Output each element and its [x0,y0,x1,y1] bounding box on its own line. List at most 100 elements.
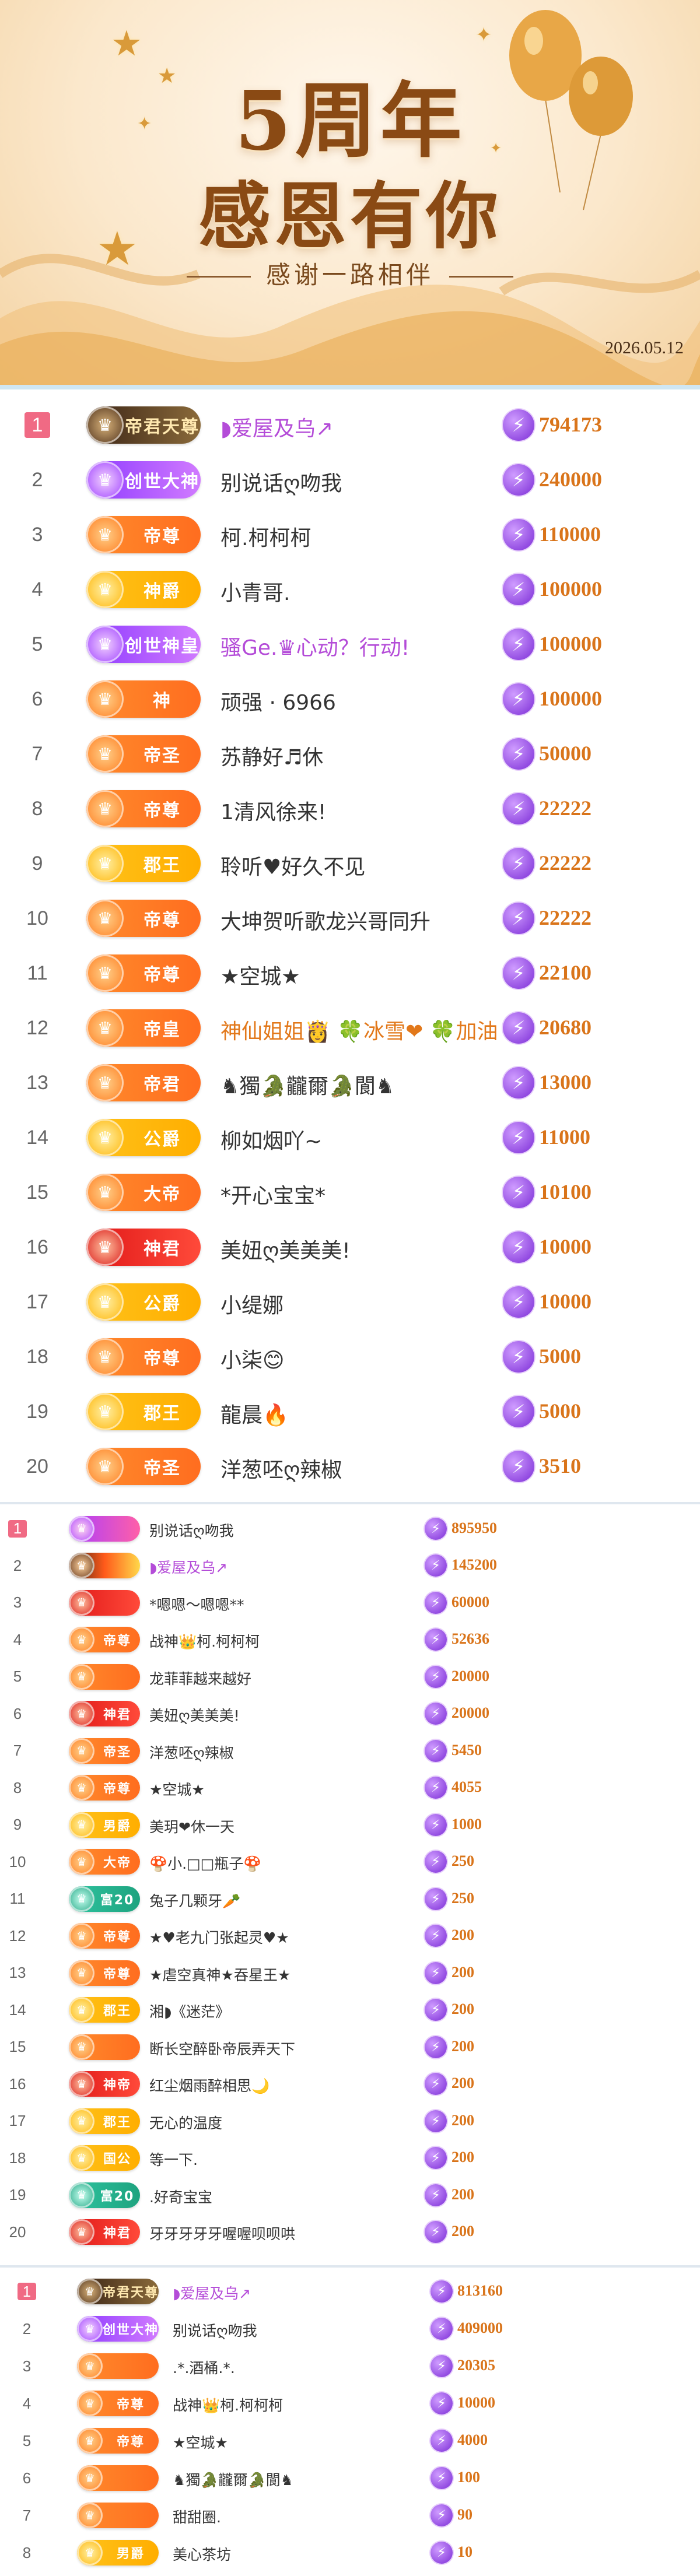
ranking-row[interactable]: 8 ♛ 帝尊 1清风徐来! ⚡ 22222 [0,781,700,836]
ranking-row[interactable]: 9 ♛ 男爵 美玥❤休一天 ⚡ 1000 [0,1806,700,1844]
user-name[interactable]: *开心宝宝* [220,1179,326,1209]
user-name[interactable]: ◗爱屋及乌↗ [149,1556,228,1577]
ranking-row[interactable]: 14 ♛ 郡王 湘◗《迷茫》 ⚡ 200 [0,1992,700,2029]
ranking-row[interactable]: 12 ♛ 帝皇 神仙姐姐👸 🍀冰雪❤ 🍀加油 ⚡ 20680 [0,1001,700,1055]
ranking-row[interactable]: 12 ♛ 帝尊 ★♥老九门张起灵♥★ ⚡ 200 [0,1918,700,1955]
user-name[interactable]: 别说话ღ吻我 [149,1519,234,1540]
user-name[interactable]: ★空城★ [149,1778,205,1799]
user-name[interactable]: 龍晨🔥 [220,1398,289,1429]
ranking-row[interactable]: 10 ♛ 大帝 🍄小.□□瓶子🍄 ⚡ 250 [0,1844,700,1881]
ranking-row[interactable]: 17 ♛ 郡王 无心的温度 ⚡ 200 [0,2103,700,2140]
ranking-row[interactable]: 15 ♛ 大帝 *开心宝宝* ⚡ 10100 [0,1165,700,1220]
user-name[interactable]: 骚Ge.♛心动？行动! [220,631,410,661]
user-name[interactable]: ★空城★ [173,2431,228,2452]
user-name[interactable]: 美妞ღ美美美! [220,1234,351,1264]
ranking-row[interactable]: 18 ♛ 国公 等一下. ⚡ 200 [0,2140,700,2177]
user-name[interactable]: ♞獨🐊龖爾🐊閬♞ [220,1069,394,1100]
ranking-row[interactable]: 16 ♛ 神帝 红尘烟雨醉相思🌙 ⚡ 200 [0,2066,700,2103]
ranking-row[interactable]: 15 ♛ 断长空醉卧帝辰弄天下 ⚡ 200 [0,2028,700,2066]
ranking-row[interactable]: 8 ♛ 男爵 美心茶坊 ⚡ 10 [0,2534,700,2571]
user-name[interactable]: ★虐空真神★吞星王★ [149,1964,290,1985]
ranking-row[interactable]: 20 ♛ 神君 牙牙牙牙牙喔喔呗呗哄 ⚡ 200 [0,2214,700,2251]
user-name[interactable]: 别说话ღ吻我 [173,2319,257,2340]
ranking-row[interactable]: 2 ♛ 创世大神 别说话ღ吻我 ⚡ 240000 [0,452,700,507]
ranking-row[interactable]: 19 ♛ 郡王 龍晨🔥 ⚡ 5000 [0,1384,700,1439]
user-name[interactable]: 小缇娜 [220,1289,284,1319]
user-name[interactable]: 柯.柯柯柯 [220,521,311,552]
user-name[interactable]: 苏静好♬休 [220,740,323,771]
user-name[interactable]: 断长空醉卧帝辰弄天下 [149,2038,295,2059]
ranking-row[interactable]: 11 ♛ 富20 兔子几颗牙🥕 ⚡ 250 [0,1880,700,1918]
ranking-row[interactable]: 20 ♛ 帝圣 洋葱呸ღ辣椒 ⚡ 3510 [0,1439,700,1494]
ranking-row[interactable]: 1 ♛ 帝君天尊 ◗爱屋及乌↗ ⚡ 794173 [0,398,700,452]
lightning-coin-icon: ⚡ [503,848,534,879]
user-name[interactable]: 红尘烟雨醉相思🌙 [149,2075,270,2096]
user-name[interactable]: 美心茶坊 [173,2543,231,2564]
rank-badge: ♛ 神君 [86,1229,201,1266]
ranking-row[interactable]: 9 ♛ 郡王 聆听♥好久不见 ⚡ 22222 [0,836,700,891]
ranking-row[interactable]: 3 ♛ .*.酒桶.*. ⚡ 20305 [0,2347,700,2385]
ranking-row[interactable]: 2 ♛ ◗爱屋及乌↗ ⚡ 145200 [0,1547,700,1585]
ranking-row[interactable]: 10 ♛ 帝尊 大坤贺听歌龙兴哥同升 ⚡ 22222 [0,891,700,946]
user-name[interactable]: 等一下. [149,2149,198,2170]
ranking-row[interactable]: 5 ♛ 龙菲菲越来越好 ⚡ 20000 [0,1658,700,1696]
ranking-row[interactable]: 6 ♛ 神君 美妞ღ美美美! ⚡ 20000 [0,1696,700,1733]
ranking-row[interactable]: 19 ♛ 富20 .好奇宝宝 ⚡ 200 [0,2177,700,2214]
user-name[interactable]: ◗爱屋及乌↗ [220,412,333,442]
user-name[interactable]: 1清风徐来! [220,795,326,826]
ranking-row[interactable]: 7 ♛ 甜甜圈. ⚡ 90 [0,2497,700,2534]
user-name[interactable]: ◗爱屋及乌↗ [173,2282,251,2303]
user-name[interactable]: 战神👑柯.柯柯柯 [173,2394,283,2415]
ranking-row[interactable]: 13 ♛ 帝君 ♞獨🐊龖爾🐊閬♞ ⚡ 13000 [0,1055,700,1110]
user-name[interactable]: ★空城★ [220,960,300,990]
user-name[interactable]: 别说话ღ吻我 [220,466,342,497]
user-name[interactable]: 🍄小.□□瓶子🍄 [149,1852,261,1873]
user-name[interactable]: .*.酒桶.*. [173,2357,235,2378]
ranking-row[interactable]: 4 ♛ 帝尊 战神👑柯.柯柯柯 ⚡ 52636 [0,1622,700,1659]
ranking-row[interactable]: 7 ♛ 帝圣 洋葱呸ღ辣椒 ⚡ 5450 [0,1732,700,1770]
ranking-row[interactable]: 11 ♛ 帝尊 ★空城★ ⚡ 22100 [0,946,700,1001]
user-name[interactable]: 战神👑柯.柯柯柯 [149,1630,260,1651]
user-name[interactable]: 牙牙牙牙牙喔喔呗呗哄 [149,2223,295,2244]
user-name[interactable]: 龙菲菲越来越好 [149,1668,251,1689]
ranking-row[interactable]: 3 ♛ 帝尊 柯.柯柯柯 ⚡ 110000 [0,507,700,562]
ranking-row[interactable]: 6 ♛ 神顽强 · 6966 ⚡ 100000 [0,672,700,727]
user-name[interactable]: 甜甜圈. [173,2506,221,2527]
user-name[interactable]: ♞獨🐊龖爾🐊閬♞ [173,2469,293,2490]
user-name[interactable]: 神仙姐姐👸 🍀冰雪❤ 🍀加油 [220,1015,497,1045]
user-name[interactable]: 无心的温度 [149,2112,222,2133]
user-name[interactable]: 小青哥. [220,576,290,606]
user-name[interactable]: 聆听♥好久不见 [220,850,365,880]
ranking-row[interactable]: 18 ♛ 帝尊 小柒😊 ⚡ 5000 [0,1329,700,1384]
user-name[interactable]: 洋葱呸ღ辣椒 [149,1742,234,1763]
user-name[interactable]: 柳如烟吖~ [220,1124,322,1154]
ranking-row[interactable]: 13 ♛ 帝尊 ★虐空真神★吞星王★ ⚡ 200 [0,1954,700,1992]
user-name[interactable]: 美妞ღ美美美! [149,1704,240,1725]
user-name[interactable]: 顽强 · 6966 [220,686,336,716]
ranking-row[interactable]: 16 ♛ 神君 美妞ღ美美美! ⚡ 10000 [0,1220,700,1275]
user-name[interactable]: ★♥老九门张起灵♥★ [149,1926,289,1947]
user-name[interactable]: 小柒😊 [220,1343,285,1374]
ranking-row[interactable]: 5 ♛ 帝尊 ★空城★ ⚡ 4000 [0,2422,700,2459]
ranking-row[interactable]: 1 ♛ 别说话ღ吻我 ⚡ 895950 [0,1510,700,1547]
ranking-row[interactable]: 3 ♛ *嗯嗯～嗯嗯** ⚡ 60000 [0,1584,700,1622]
ranking-row[interactable]: 14 ♛ 公爵 柳如烟吖~ ⚡ 11000 [0,1110,700,1165]
user-name[interactable]: .好奇宝宝 [149,2186,212,2207]
user-name[interactable]: 美玥❤休一天 [149,1816,235,1837]
user-name[interactable]: 湘◗《迷茫》 [149,2001,230,2022]
ranking-row[interactable]: 5 ♛ 创世神皇 骚Ge.♛心动？行动! ⚡ 100000 [0,617,700,672]
rank-badge: ♛ 神 [86,680,201,718]
ranking-row[interactable]: 7 ♛ 帝圣 苏静好♬休 ⚡ 50000 [0,727,700,781]
user-name[interactable]: 兔子几颗牙🥕 [149,1890,240,1911]
lightning-coin-icon: ⚡ [425,1851,447,1873]
user-name[interactable]: 大坤贺听歌龙兴哥同升 [220,905,430,935]
ranking-row[interactable]: 1 ♛ 帝君天尊 ◗爱屋及乌↗ ⚡ 813160 [0,2273,700,2310]
ranking-row[interactable]: 4 ♛ 帝尊 战神👑柯.柯柯柯 ⚡ 10000 [0,2385,700,2422]
ranking-row[interactable]: 4 ♛ 神爵 小青哥. ⚡ 100000 [0,562,700,617]
user-name[interactable]: *嗯嗯～嗯嗯** [149,1594,244,1615]
ranking-row[interactable]: 17 ♛ 公爵 小缇娜 ⚡ 10000 [0,1275,700,1329]
user-name[interactable]: 洋葱呸ღ辣椒 [220,1453,342,1483]
ranking-row[interactable]: 2 ♛ 创世大神 别说话ღ吻我 ⚡ 409000 [0,2310,700,2347]
ranking-row[interactable]: 6 ♛ ♞獨🐊龖爾🐊閬♞ ⚡ 100 [0,2459,700,2497]
ranking-row[interactable]: 8 ♛ 帝尊 ★空城★ ⚡ 4055 [0,1770,700,1807]
